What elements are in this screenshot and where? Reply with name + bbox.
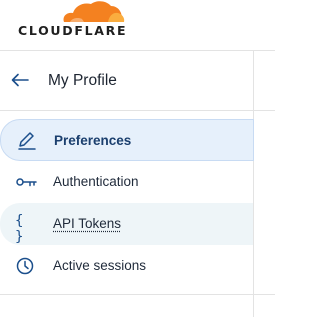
brand-bar: CLOUDFLARE [0,0,275,50]
sidebar-item-preferences[interactable]: Preferences [0,119,254,161]
clock-icon [16,257,34,275]
sidebar-item-label: API Tokens [53,216,122,231]
sidebar-item-label: Preferences [54,133,132,148]
page-title: My Profile [48,72,117,89]
sidebar-item-label: Authentication [53,174,139,189]
profile-header: My Profile [0,51,253,110]
pencil-icon [18,132,36,150]
key-icon [16,178,37,187]
nav-divider [0,110,275,111]
braces-icon: { } [15,213,26,245]
cloud-icon [63,1,125,22]
sidebar-item-active-sessions[interactable]: Active sessions [0,245,253,287]
footer-divider [0,294,275,295]
arrow-left-icon[interactable] [11,73,29,87]
sidebar-divider [253,50,254,317]
cloudflare-logo[interactable]: CLOUDFLARE [8,0,125,40]
brand-wordmark: CLOUDFLARE [18,23,128,38]
sidebar-item-label: Active sessions [53,258,147,273]
sidebar-item-authentication[interactable]: Authentication [0,161,253,203]
sidebar-item-api-tokens[interactable]: { } API Tokens [0,203,253,245]
